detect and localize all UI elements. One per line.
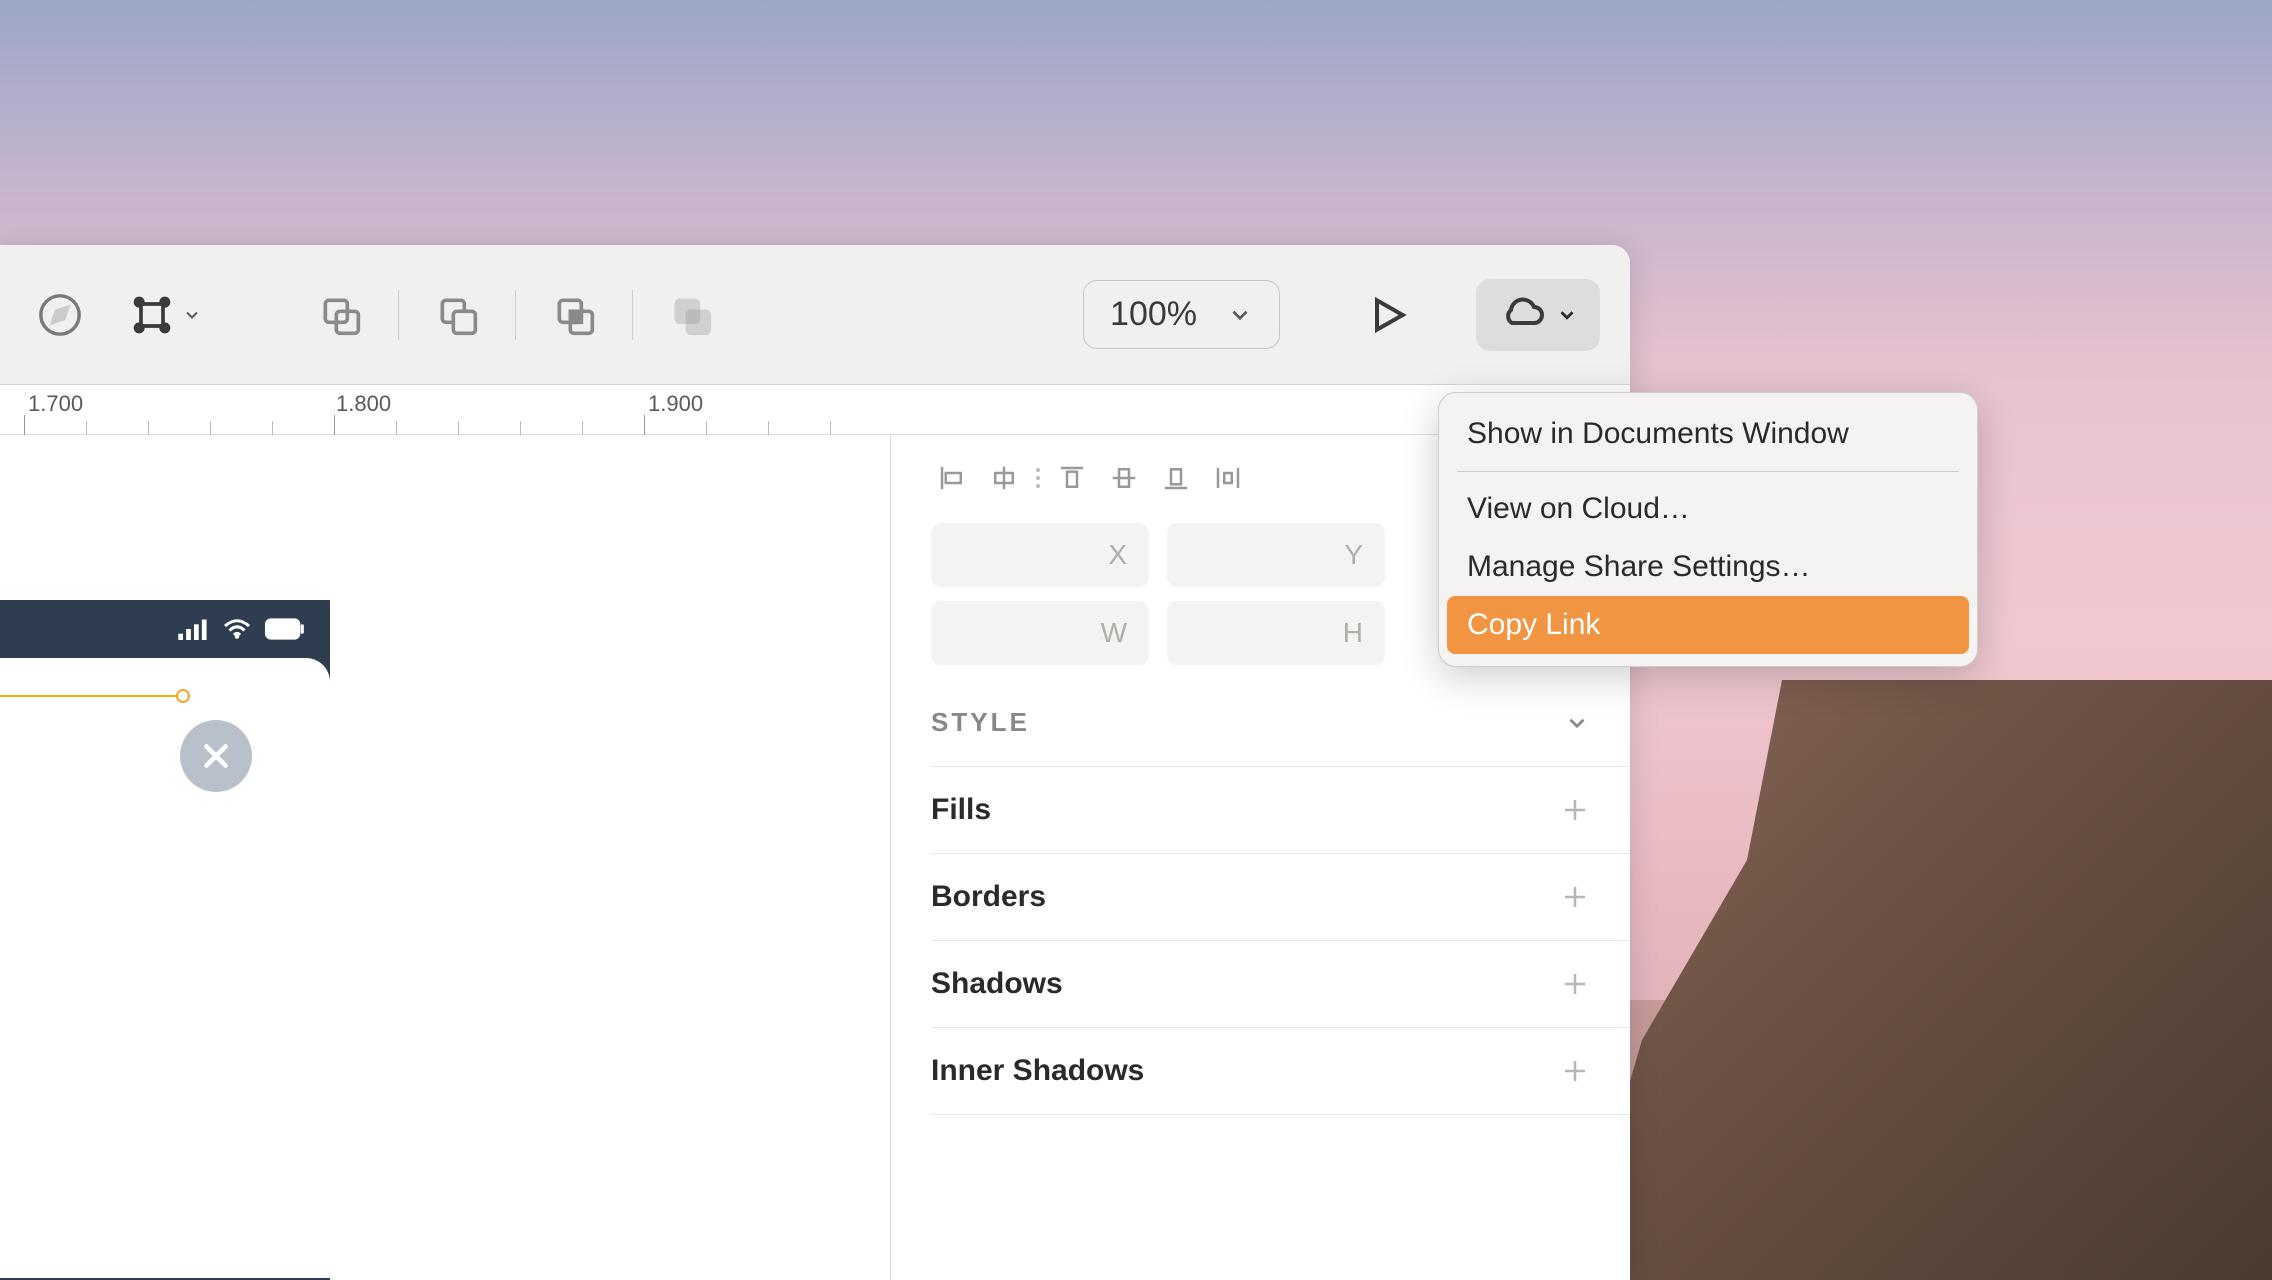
plus-icon[interactable] bbox=[1560, 882, 1590, 912]
toolbar: 100% bbox=[0, 245, 1630, 385]
cloud-share-button[interactable] bbox=[1476, 279, 1600, 351]
align-top-icon[interactable] bbox=[1051, 457, 1093, 499]
menu-separator bbox=[1457, 471, 1959, 472]
align-middle-v-icon[interactable] bbox=[1103, 457, 1145, 499]
close-icon bbox=[197, 737, 235, 775]
boolean-union-icon[interactable] bbox=[310, 285, 370, 345]
close-button[interactable] bbox=[180, 720, 252, 792]
ruler-label: 1.700 bbox=[28, 391, 83, 417]
shadows-label: Shadows bbox=[931, 967, 1063, 1001]
cloud-icon bbox=[1498, 295, 1546, 335]
chevron-down-icon bbox=[1227, 302, 1253, 328]
toolbar-separator bbox=[515, 290, 516, 340]
borders-label: Borders bbox=[931, 880, 1046, 914]
borders-row[interactable]: Borders bbox=[931, 854, 1630, 941]
w-field[interactable]: W bbox=[931, 601, 1149, 665]
canvas-area[interactable] bbox=[0, 435, 890, 1280]
boolean-intersect-icon[interactable] bbox=[544, 285, 604, 345]
plus-icon[interactable] bbox=[1560, 795, 1590, 825]
cloud-dropdown-menu: Show in Documents Window View on Cloud… … bbox=[1438, 392, 1978, 667]
plus-icon[interactable] bbox=[1560, 1056, 1590, 1086]
prototype-connector[interactable] bbox=[0, 695, 180, 697]
x-field[interactable]: X bbox=[931, 523, 1149, 587]
shadows-row[interactable]: Shadows bbox=[931, 941, 1630, 1028]
artboard-body bbox=[0, 658, 330, 1278]
status-bar bbox=[0, 600, 330, 658]
y-field[interactable]: Y bbox=[1167, 523, 1385, 587]
h-field[interactable]: H bbox=[1167, 601, 1385, 665]
distribute-h-icon[interactable] bbox=[1207, 457, 1249, 499]
zoom-select[interactable]: 100% bbox=[1083, 280, 1280, 349]
desktop-cliff bbox=[1572, 680, 2272, 1280]
inner-shadows-label: Inner Shadows bbox=[931, 1054, 1144, 1088]
toolbar-separator bbox=[632, 290, 633, 340]
main-area: X Y W H STYLE Fills Borders Shadows bbox=[0, 435, 1630, 1280]
compass-icon[interactable] bbox=[30, 285, 90, 345]
frame-tool-button[interactable] bbox=[118, 285, 214, 345]
align-bottom-icon[interactable] bbox=[1155, 457, 1197, 499]
menu-view-on-cloud[interactable]: View on Cloud… bbox=[1439, 480, 1977, 538]
align-center-h-icon[interactable] bbox=[983, 457, 1025, 499]
chevron-down-icon bbox=[1564, 710, 1590, 736]
style-header[interactable]: STYLE bbox=[931, 679, 1630, 767]
artboard-mobile[interactable] bbox=[0, 600, 330, 1280]
chevron-down-icon bbox=[1556, 304, 1578, 326]
boolean-difference-icon[interactable] bbox=[661, 285, 721, 345]
chevron-down-icon bbox=[182, 305, 202, 325]
menu-copy-link[interactable]: Copy Link bbox=[1447, 596, 1969, 654]
app-window: 100% 1.700 1.800 1.900 bbox=[0, 245, 1630, 1280]
align-left-icon[interactable] bbox=[931, 457, 973, 499]
boolean-subtract-icon[interactable] bbox=[427, 285, 487, 345]
zoom-value: 100% bbox=[1110, 295, 1197, 334]
menu-show-in-documents[interactable]: Show in Documents Window bbox=[1439, 405, 1977, 463]
menu-manage-share-settings[interactable]: Manage Share Settings… bbox=[1439, 538, 1977, 596]
align-separator bbox=[1035, 468, 1041, 488]
ruler-label: 1.900 bbox=[648, 391, 703, 417]
wifi-icon bbox=[222, 618, 252, 640]
fills-label: Fills bbox=[931, 793, 991, 827]
style-header-label: STYLE bbox=[931, 707, 1030, 738]
prototype-connector-end[interactable] bbox=[176, 689, 190, 703]
preview-play-button[interactable] bbox=[1358, 285, 1418, 345]
ruler-label: 1.800 bbox=[336, 391, 391, 417]
battery-icon bbox=[264, 618, 306, 640]
horizontal-ruler: 1.700 1.800 1.900 bbox=[0, 385, 1630, 435]
inner-shadows-row[interactable]: Inner Shadows bbox=[931, 1028, 1630, 1115]
signal-icon bbox=[178, 618, 210, 640]
fills-row[interactable]: Fills bbox=[931, 767, 1630, 854]
plus-icon[interactable] bbox=[1560, 969, 1590, 999]
toolbar-separator bbox=[398, 290, 399, 340]
